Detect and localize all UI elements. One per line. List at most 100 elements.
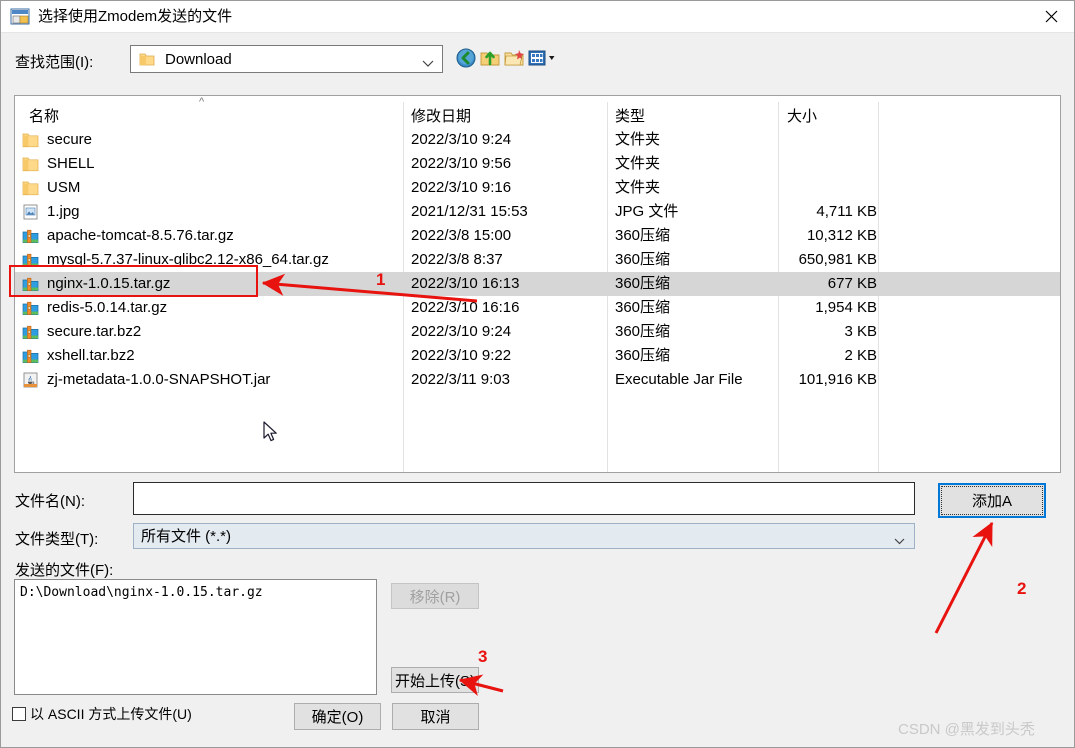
cell-date-modified: 2022/3/10 9:22 <box>411 347 512 364</box>
cell-file-type: 360压缩 <box>615 299 671 316</box>
chevron-down-icon <box>894 532 905 548</box>
cell-file-type: 360压缩 <box>615 227 671 244</box>
column-header-type[interactable]: 类型 <box>615 105 645 126</box>
cell-file-name: redis-5.0.14.tar.gz <box>47 299 168 316</box>
cell-date-modified: 2022/3/11 9:03 <box>411 371 510 388</box>
column-header-name[interactable]: 名称 <box>29 105 59 126</box>
column-header-size[interactable]: 大小 <box>787 105 817 126</box>
cell-date-modified: 2022/3/10 9:24 <box>411 323 512 340</box>
remove-button-label: 移除(R) <box>409 588 461 606</box>
window-title: 选择使用Zmodem发送的文件 <box>38 8 233 25</box>
cancel-button-label: 取消 <box>420 709 451 726</box>
table-row[interactable]: SHELL 2022/3/10 9:56 文件夹 <box>15 152 1060 176</box>
new-folder-button[interactable] <box>503 47 527 71</box>
cell-file-name: zj-metadata-1.0.0-SNAPSHOT.jar <box>47 371 271 388</box>
annotation-number-1: 1 <box>376 270 386 289</box>
filetype-value: 所有文件 (*.*) <box>141 528 232 545</box>
cell-file-type: 文件夹 <box>615 179 661 196</box>
folder-icon <box>22 180 39 196</box>
list-item[interactable]: D:\Download\nginx-1.0.15.tar.gz <box>20 584 263 601</box>
file-list[interactable]: ^ 名称 修改日期 类型 大小 secure 2022/3/10 9:24 文件夹 S… <box>14 95 1061 473</box>
cell-file-size: 4,711 KB <box>816 203 877 220</box>
cell-file-name: mysql-5.7.37-linux-glibc2.12-x86_64.tar.… <box>47 251 329 268</box>
watermark: CSDN @黑发到头秃 <box>898 721 1035 738</box>
cell-date-modified: 2022/3/10 9:16 <box>411 179 512 196</box>
upload-button[interactable]: 开始上传(S) <box>391 667 479 693</box>
cell-file-name: nginx-1.0.15.tar.gz <box>47 275 171 292</box>
ok-button[interactable]: 确定(O) <box>294 703 381 730</box>
title-bar: 选择使用Zmodem发送的文件 <box>1 1 1074 33</box>
table-row[interactable]: secure.tar.bz2 2022/3/10 9:24 360压缩 3 KB <box>15 320 1060 344</box>
cancel-button[interactable]: 取消 <box>392 703 479 730</box>
add-button[interactable]: 添加A <box>938 483 1046 518</box>
cell-date-modified: 2021/12/31 15:53 <box>411 203 528 220</box>
cell-file-size: 1,954 KB <box>815 299 877 316</box>
folder-icon <box>22 132 39 148</box>
column-header-date[interactable]: 修改日期 <box>411 105 471 126</box>
cell-file-type: 360压缩 <box>615 251 671 268</box>
ascii-upload-checkbox[interactable] <box>12 707 26 721</box>
cell-file-size: 2 KB <box>844 347 877 364</box>
views-button[interactable] <box>527 47 559 71</box>
cell-file-name: apache-tomcat-8.5.76.tar.gz <box>47 227 234 244</box>
image-file-icon <box>22 204 39 220</box>
archive-icon <box>22 252 39 268</box>
cell-file-size: 10,312 KB <box>806 227 877 244</box>
cell-date-modified: 2022/3/10 16:13 <box>411 275 520 292</box>
mouse-cursor <box>263 421 281 448</box>
look-in-label: 查找范围(I): <box>15 54 94 71</box>
annotation-number-3: 3 <box>478 647 488 666</box>
cell-file-size: 650,981 KB <box>798 251 877 268</box>
archive-icon <box>22 300 39 316</box>
cell-file-type: 360压缩 <box>615 347 671 364</box>
archive-icon <box>22 228 39 244</box>
remove-button: 移除(R) <box>391 583 479 609</box>
annotation-number-2: 2 <box>1017 579 1027 598</box>
cell-file-name: 1.jpg <box>47 203 80 220</box>
folder-icon <box>22 156 39 172</box>
jar-file-icon <box>22 372 39 388</box>
up-folder-button[interactable] <box>479 47 503 71</box>
cell-file-name: secure <box>47 131 93 148</box>
table-row[interactable]: zj-metadata-1.0.0-SNAPSHOT.jar 2022/3/11 … <box>15 368 1060 392</box>
filetype-label: 文件类型(T): <box>15 531 99 548</box>
archive-icon <box>22 324 39 340</box>
table-row[interactable]: secure 2022/3/10 9:24 文件夹 <box>15 128 1060 152</box>
table-row[interactable]: mysql-5.7.37-linux-glibc2.12-x86_64.tar.… <box>15 248 1060 272</box>
look-in-value: Download <box>165 51 232 68</box>
look-in-combo[interactable]: Download <box>130 45 443 73</box>
cell-date-modified: 2022/3/8 8:37 <box>411 251 503 268</box>
cell-date-modified: 2022/3/10 16:16 <box>411 299 520 316</box>
table-row[interactable]: apache-tomcat-8.5.76.tar.gz 2022/3/8 15:0… <box>15 224 1060 248</box>
table-row[interactable]: USM 2022/3/10 9:16 文件夹 <box>15 176 1060 200</box>
table-row[interactable]: 1.jpg 2021/12/31 15:53 JPG 文件 4,711 KB <box>15 200 1060 224</box>
chevron-down-icon <box>422 55 434 71</box>
filetype-combo[interactable]: 所有文件 (*.*) <box>133 523 915 549</box>
sendfiles-label: 发送的文件(F): <box>15 562 114 579</box>
send-files-list[interactable]: D:\Download\nginx-1.0.15.tar.gz <box>14 579 377 695</box>
filename-input[interactable] <box>133 482 915 515</box>
cell-date-modified: 2022/3/10 9:56 <box>411 155 512 172</box>
cell-file-size: 3 KB <box>844 323 877 340</box>
folder-icon <box>139 51 155 67</box>
back-button[interactable] <box>455 47 479 71</box>
cell-file-type: 360压缩 <box>615 275 671 292</box>
cell-file-name: SHELL <box>47 155 95 172</box>
cell-date-modified: 2022/3/8 15:00 <box>411 227 512 244</box>
cell-file-name: xshell.tar.bz2 <box>47 347 135 364</box>
cell-file-size: 101,916 KB <box>798 371 877 388</box>
filename-label: 文件名(N): <box>15 493 85 510</box>
annotation-arrow-2 <box>934 521 994 634</box>
table-row[interactable]: redis-5.0.14.tar.gz 2022/3/10 16:16 360压缩 1… <box>15 296 1060 320</box>
table-row[interactable]: nginx-1.0.15.tar.gz 2022/3/10 16:13 360压缩 6… <box>15 272 1060 296</box>
cell-file-type: 文件夹 <box>615 155 661 172</box>
close-button[interactable] <box>1028 1 1074 32</box>
focus-ring <box>941 486 1043 515</box>
upload-button-label: 开始上传(S) <box>395 672 475 690</box>
ascii-upload-label[interactable]: 以 ASCII 方式上传文件(U) <box>30 704 192 724</box>
cell-date-modified: 2022/3/10 9:24 <box>411 131 512 148</box>
table-row[interactable]: xshell.tar.bz2 2022/3/10 9:22 360压缩 2 KB <box>15 344 1060 368</box>
cell-file-name: USM <box>47 179 81 196</box>
zmodem-send-icon <box>10 7 30 27</box>
archive-icon <box>22 348 39 364</box>
